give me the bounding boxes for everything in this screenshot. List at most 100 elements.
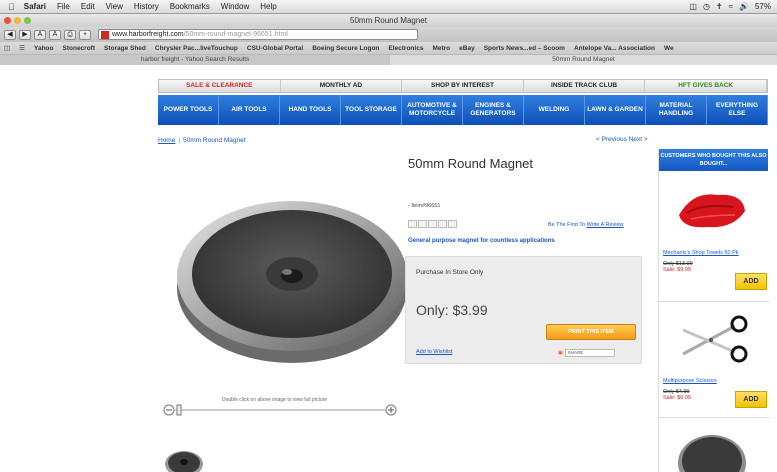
cat-air-tools[interactable]: AIR TOOLS (219, 95, 280, 125)
address-bar[interactable]: www.harborfreight.com /50mm-round-magnet… (98, 29, 418, 40)
rating-stars (408, 220, 457, 228)
sidebar-product-name[interactable]: Multipurpose Scissors (663, 378, 767, 384)
bookmark-item[interactable]: CSU-Global Portal (247, 45, 303, 52)
display-icon[interactable]: ◫ (689, 2, 697, 11)
zoom-window-icon[interactable] (24, 17, 31, 24)
bookmark-item[interactable]: We (664, 45, 674, 52)
cat-automotive[interactable]: AUTOMOTIVE & MOTORCYCLE (402, 95, 463, 125)
bookmark-item[interactable]: Stonecroft (63, 45, 96, 52)
time-machine-icon[interactable]: ◷ (703, 2, 710, 11)
menu-history[interactable]: History (134, 2, 159, 11)
star-icon (408, 220, 417, 228)
also-bought-sidebar: CUSTOMERS WHO BOUGHT THIS ALSO BOUGHT...… (658, 149, 769, 472)
site-favicon (101, 30, 109, 39)
cat-material-handling[interactable]: MATERIAL HANDLING (646, 95, 707, 125)
breadcrumb: Home | 50mm Round Magnet (158, 137, 246, 144)
sidebar-divider (659, 417, 769, 418)
product-title: 50mm Round Magnet (408, 156, 534, 171)
volume-icon[interactable]: 🔊 (739, 2, 749, 11)
menu-help[interactable]: Help (260, 2, 276, 11)
cat-lawn-garden[interactable]: LAWN & GARDEN (585, 95, 646, 125)
menu-edit[interactable]: Edit (81, 2, 95, 11)
close-window-icon[interactable] (4, 17, 11, 24)
cat-power-tools[interactable]: POWER TOOLS (158, 95, 219, 125)
forward-button[interactable]: ▶ (19, 29, 31, 40)
cat-welding[interactable]: WELDING (524, 95, 585, 125)
cat-engines-generators[interactable]: ENGINES & GENERATORS (463, 95, 524, 125)
apple-icon[interactable]:  (8, 2, 15, 12)
add-to-cart-button[interactable]: ADD (735, 273, 767, 290)
shop-towels-image[interactable] (673, 185, 749, 233)
topnav-inside-track-club[interactable]: INSIDE TRACK CLUB (524, 80, 646, 92)
menu-bookmarks[interactable]: Bookmarks (170, 2, 210, 11)
product-thumbnail[interactable] (164, 448, 204, 472)
bookmarks-bar: ◫ ☰ Yahoo Stonecroft Storage Shed Chrysl… (0, 42, 777, 54)
url-path: /50mm-round-magnet-96651.html (183, 31, 288, 38)
item-number: - Item#96651 (408, 203, 441, 209)
zoom-slider[interactable] (163, 404, 397, 416)
star-icon (418, 220, 427, 228)
bookmark-item[interactable]: Electronics (388, 45, 423, 52)
add-to-wishlist-link[interactable]: Add to Wishlist (416, 349, 452, 355)
bluetooth-icon[interactable]: ✝ (716, 2, 723, 11)
zoom-hint: Double click on above image to view full… (222, 397, 328, 403)
text-larger-button[interactable]: A (49, 29, 61, 40)
menu-window[interactable]: Window (221, 2, 249, 11)
bookmark-item[interactable]: Chrysler Pac...liveTouchup (155, 45, 238, 52)
topnav-hft-gives-back[interactable]: HFT GIVES BACK (645, 80, 767, 92)
store-only-note: Purchase In Store Only (416, 269, 484, 276)
add-bookmark-button[interactable]: + (79, 29, 91, 40)
product-image[interactable] (175, 188, 410, 365)
breadcrumb-separator: | (178, 137, 181, 144)
cat-everything-else[interactable]: EVERYTHING ELSE (707, 95, 768, 125)
url-domain: www.harborfreight.com (112, 31, 184, 38)
add-to-cart-button[interactable]: ADD (735, 391, 767, 408)
share-label[interactable]: SHARE (564, 349, 615, 357)
bookmark-item[interactable]: Yahoo (34, 45, 54, 52)
star-icon (428, 220, 437, 228)
share-widget[interactable]: ▣ SHARE (558, 349, 615, 357)
product-description: General purpose magnet for countless app… (408, 238, 555, 244)
back-button[interactable]: ◀ (4, 29, 16, 40)
topnav-sale-clearance[interactable]: SALE & CLEARANCE (159, 80, 281, 92)
mac-menubar:  Safari File Edit View History Bookmark… (0, 0, 777, 14)
bookmark-item[interactable]: eBay (459, 45, 475, 52)
prev-next-links[interactable]: < Previous Next > (596, 136, 648, 143)
breadcrumb-home[interactable]: Home (158, 137, 175, 144)
sidebar-product-name[interactable]: Mechanic's Shop Towels 50 Pk (663, 250, 767, 256)
breadcrumb-current[interactable]: 50mm Round Magnet (183, 137, 246, 144)
cat-hand-tools[interactable]: HAND TOOLS (280, 95, 341, 125)
show-all-bookmarks-icon[interactable]: ☰ (19, 44, 25, 52)
menu-file[interactable]: File (57, 2, 70, 11)
menu-view[interactable]: View (106, 2, 123, 11)
tab-yahoo-search[interactable]: harbor freight - Yahoo Search Results (0, 55, 390, 65)
top-nav: SALE & CLEARANCE MONTHLY AD SHOP BY INTE… (158, 79, 768, 93)
bookmark-item[interactable]: Sports News...ed – Scoom (484, 45, 565, 52)
menu-safari[interactable]: Safari (24, 2, 46, 11)
tab-round-magnet[interactable]: 50mm Round Magnet (390, 55, 777, 65)
print-item-button[interactable]: PRINT THIS ITEM (546, 324, 636, 340)
minimize-window-icon[interactable] (14, 17, 21, 24)
window-title: 50mm Round Magnet (350, 16, 427, 25)
share-icon: ▣ (558, 350, 563, 356)
bookmark-item[interactable]: Metro (432, 45, 450, 52)
text-smaller-button[interactable]: A (34, 29, 46, 40)
topnav-shop-by-interest[interactable]: SHOP BY INTEREST (402, 80, 524, 92)
bookmark-item[interactable]: Storage Shed (104, 45, 146, 52)
sidebar-divider (659, 301, 769, 302)
traffic-lights (4, 17, 31, 24)
print-icon[interactable]: ⎙ (64, 29, 76, 40)
star-icon (448, 220, 457, 228)
topnav-monthly-ad[interactable]: MONTHLY AD (281, 80, 403, 92)
tab-bar: harbor freight - Yahoo Search Results 50… (0, 54, 777, 65)
battery-label[interactable]: 57% (755, 2, 771, 11)
cat-tool-storage[interactable]: TOOL STORAGE (341, 95, 402, 125)
bookmark-item[interactable]: Antelope Va... Association (574, 45, 655, 52)
star-icon (438, 220, 447, 228)
sidebar-product-image[interactable] (677, 429, 747, 472)
wifi-icon[interactable]: ≈ (729, 2, 733, 11)
bookmark-item[interactable]: Boeing Secure Logon (312, 45, 379, 52)
scissors-image[interactable] (673, 314, 753, 364)
reading-list-icon[interactable]: ◫ (4, 44, 10, 52)
write-review-link[interactable]: Write A Review (587, 222, 624, 228)
